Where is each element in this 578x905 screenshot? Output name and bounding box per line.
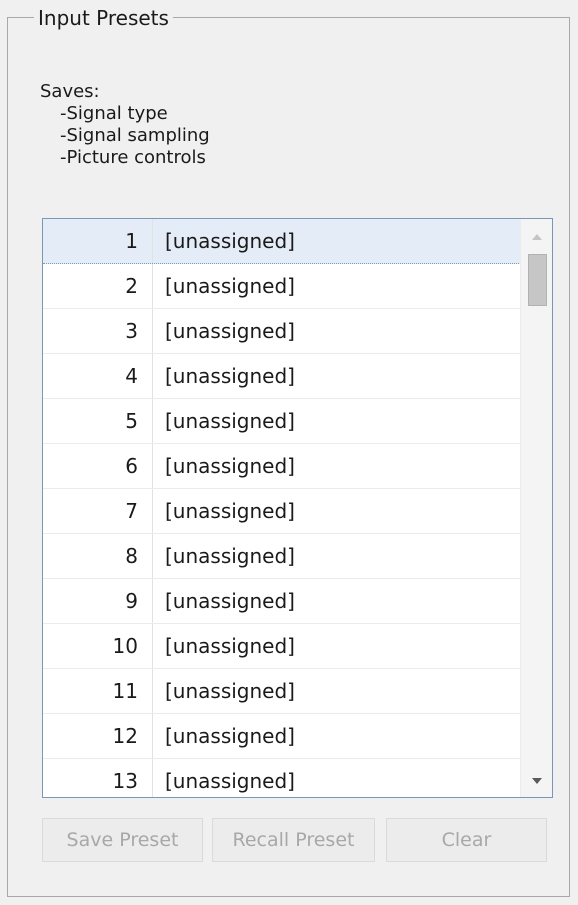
saves-item-signal-type: -Signal type [60, 103, 168, 124]
preset-row[interactable]: 11 [unassigned] [43, 669, 521, 714]
scrollbar-thumb[interactable] [528, 254, 547, 306]
preset-number: 8 [43, 534, 153, 578]
preset-row[interactable]: 5 [unassigned] [43, 399, 521, 444]
preset-rows: 1 [unassigned] 2 [unassigned] 3 [unassig… [43, 219, 521, 797]
clear-button[interactable]: Clear [386, 818, 547, 862]
preset-row[interactable]: 12 [unassigned] [43, 714, 521, 759]
preset-number: 1 [43, 219, 153, 263]
preset-row[interactable]: 8 [unassigned] [43, 534, 521, 579]
preset-name: [unassigned] [165, 229, 295, 253]
preset-row[interactable]: 1 [unassigned] [43, 219, 521, 264]
triangle-up-icon [531, 234, 542, 240]
preset-row[interactable]: 3 [unassigned] [43, 309, 521, 354]
save-preset-button[interactable]: Save Preset [42, 818, 203, 862]
preset-row[interactable]: 10 [unassigned] [43, 624, 521, 669]
vertical-scrollbar[interactable] [520, 219, 552, 797]
preset-row[interactable]: 2 [unassigned] [43, 264, 521, 309]
preset-name: [unassigned] [165, 364, 295, 388]
saves-item-picture-controls: -Picture controls [60, 147, 206, 168]
preset-row[interactable]: 9 [unassigned] [43, 579, 521, 624]
scroll-down-button[interactable] [521, 767, 552, 795]
preset-number: 11 [43, 669, 153, 713]
recall-preset-button[interactable]: Recall Preset [212, 818, 375, 862]
preset-name: [unassigned] [165, 409, 295, 433]
preset-name: [unassigned] [165, 454, 295, 478]
scroll-up-button[interactable] [521, 223, 552, 251]
preset-number: 4 [43, 354, 153, 398]
preset-row[interactable]: 6 [unassigned] [43, 444, 521, 489]
triangle-down-icon [531, 778, 542, 784]
preset-number: 13 [43, 759, 153, 797]
groupbox-title: Input Presets [34, 6, 173, 30]
preset-number: 6 [43, 444, 153, 488]
preset-name: [unassigned] [165, 634, 295, 658]
preset-number: 10 [43, 624, 153, 668]
preset-number: 12 [43, 714, 153, 758]
preset-name: [unassigned] [165, 589, 295, 613]
preset-row[interactable]: 13 [unassigned] [43, 759, 521, 797]
preset-name: [unassigned] [165, 679, 295, 703]
preset-row[interactable]: 4 [unassigned] [43, 354, 521, 399]
preset-number: 2 [43, 264, 153, 308]
preset-name: [unassigned] [165, 274, 295, 298]
preset-number: 5 [43, 399, 153, 443]
preset-list[interactable]: 1 [unassigned] 2 [unassigned] 3 [unassig… [42, 218, 553, 798]
preset-name: [unassigned] [165, 499, 295, 523]
saves-info: Saves: -Signal type -Signal sampling -Pi… [40, 81, 210, 169]
preset-name: [unassigned] [165, 319, 295, 343]
preset-row[interactable]: 7 [unassigned] [43, 489, 521, 534]
preset-name: [unassigned] [165, 544, 295, 568]
preset-number: 9 [43, 579, 153, 623]
preset-name: [unassigned] [165, 724, 295, 748]
preset-number: 3 [43, 309, 153, 353]
saves-item-signal-sampling: -Signal sampling [60, 125, 210, 146]
saves-heading: Saves: [40, 81, 100, 102]
preset-name: [unassigned] [165, 769, 295, 793]
preset-number: 7 [43, 489, 153, 533]
